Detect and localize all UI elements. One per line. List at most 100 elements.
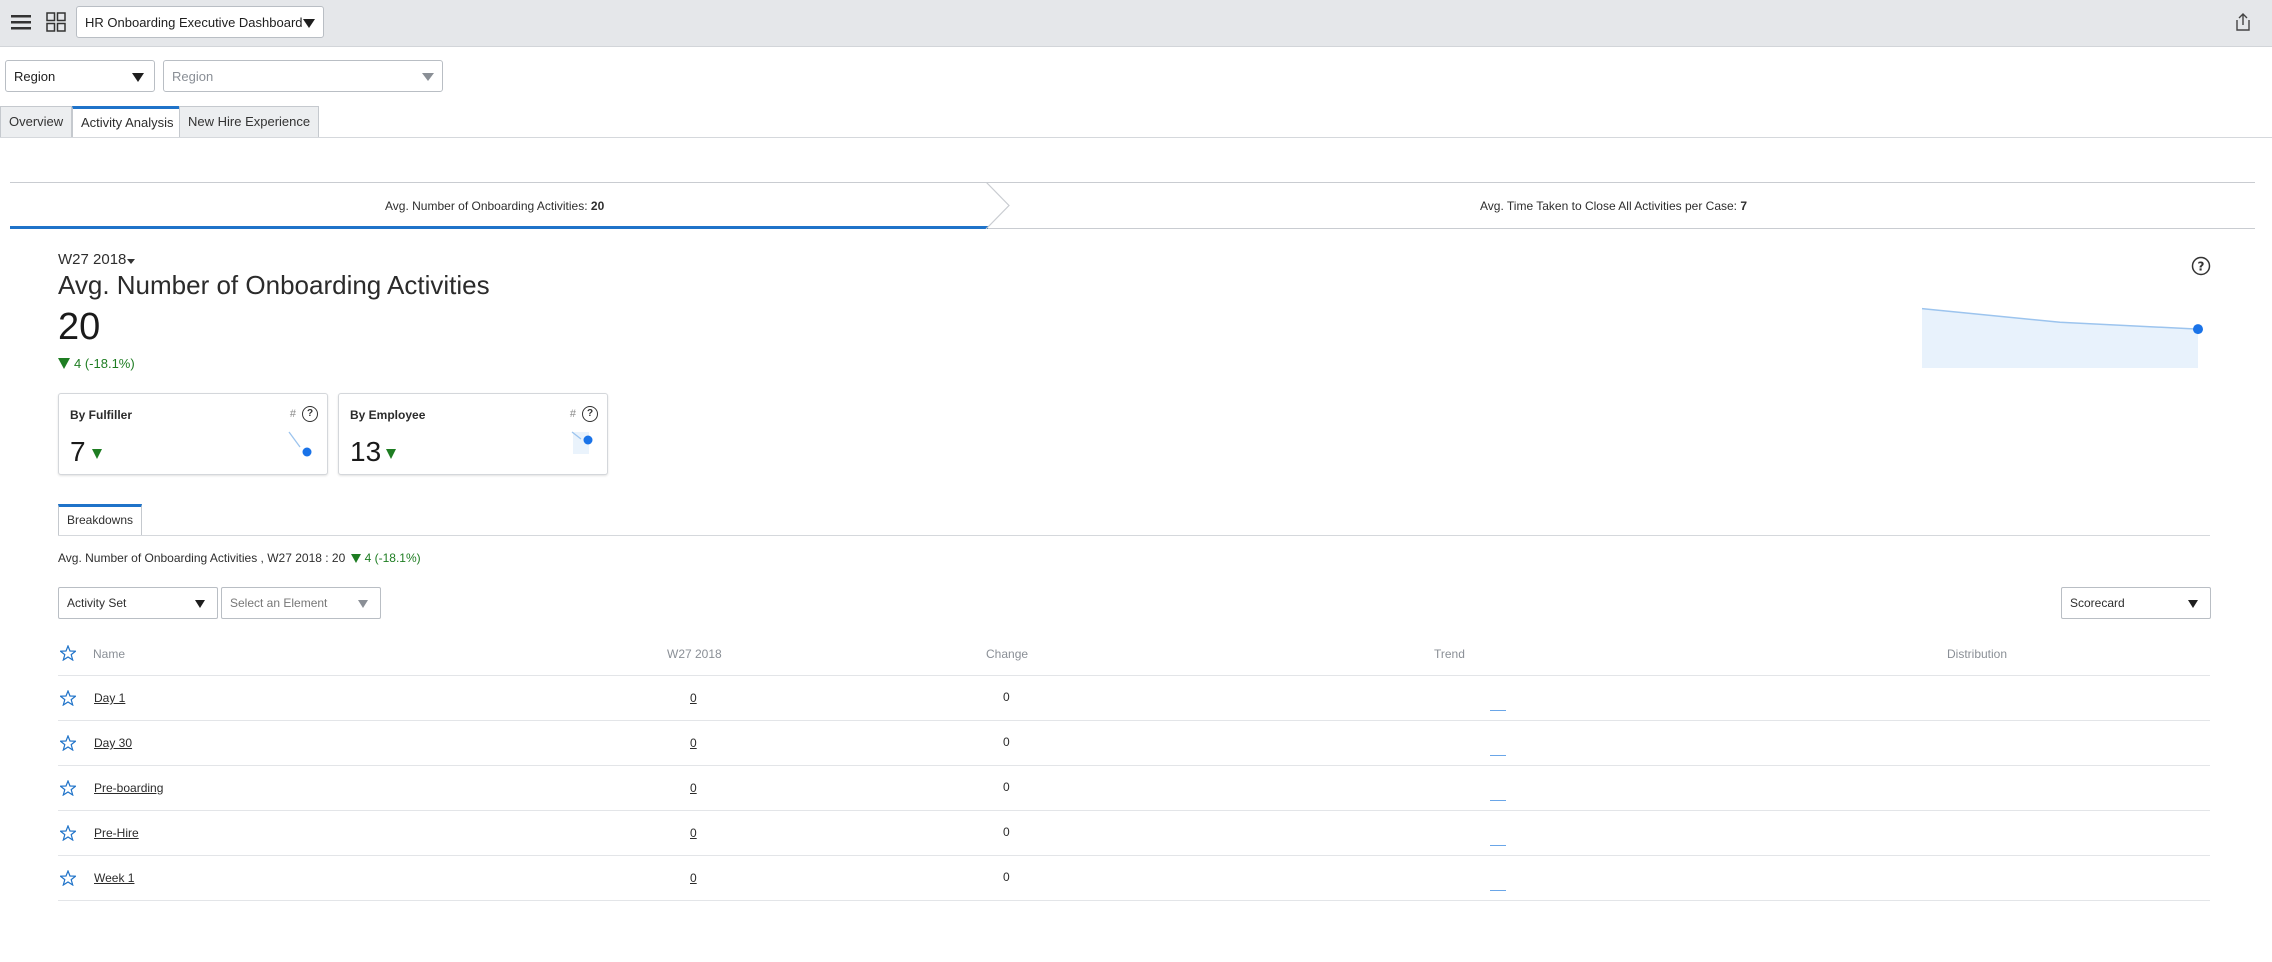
region-filter-select[interactable]: Region bbox=[5, 60, 155, 92]
hamburger-menu-icon[interactable] bbox=[10, 12, 32, 32]
chevron-down-icon bbox=[132, 73, 144, 82]
row-trend-sparkline bbox=[1490, 710, 1506, 711]
view-select-label: Scorecard bbox=[2070, 596, 2125, 610]
down-arrow-icon bbox=[92, 449, 102, 459]
down-arrow-icon bbox=[386, 449, 396, 459]
metric-band-left-text: Avg. Number of Onboarding Activities: 20 bbox=[385, 199, 604, 213]
chevron-down-icon bbox=[127, 259, 135, 264]
breakdown-group-label: Activity Set bbox=[67, 596, 127, 610]
breakdown-summary-text: Avg. Number of Onboarding Activities , W… bbox=[58, 551, 346, 565]
card-value: 7 bbox=[70, 436, 86, 467]
column-header-name[interactable]: Name bbox=[93, 647, 125, 661]
breakdown-summary: Avg. Number of Onboarding Activities , W… bbox=[58, 551, 421, 565]
metric-change: 4 (-18.1%) bbox=[58, 356, 135, 371]
row-trend-sparkline bbox=[1490, 845, 1506, 846]
tab-activity-analysis[interactable]: Activity Analysis bbox=[72, 106, 183, 138]
row-name-link[interactable]: Pre-Hire bbox=[94, 826, 139, 840]
question-circle-icon[interactable]: ? bbox=[2191, 256, 2211, 276]
question-circle-icon[interactable]: ? bbox=[582, 406, 598, 422]
breakdown-group-select[interactable]: Activity Set bbox=[58, 587, 218, 619]
chevron-down-icon bbox=[195, 600, 205, 608]
question-circle-icon[interactable]: ? bbox=[302, 406, 318, 422]
star-icon[interactable] bbox=[58, 644, 78, 662]
chevron-down-icon bbox=[303, 19, 315, 28]
sparkline-current-point bbox=[2193, 324, 2203, 335]
table-row: Day 30 0 0 bbox=[0, 721, 2272, 766]
column-header-period[interactable]: W27 2018 bbox=[667, 647, 722, 661]
row-name-link[interactable]: Pre-boarding bbox=[94, 781, 163, 795]
metric-band-right-text: Avg. Time Taken to Close All Activities … bbox=[1480, 199, 1747, 213]
row-value-link[interactable]: 0 bbox=[690, 781, 697, 795]
metric-band-right-label: Avg. Time Taken to Close All Activities … bbox=[1480, 199, 1738, 213]
chevron-down-icon bbox=[358, 600, 368, 608]
tab-overview[interactable]: Overview bbox=[0, 106, 73, 138]
tab-divider bbox=[0, 137, 2272, 138]
dashboard-select[interactable]: HR Onboarding Executive Dashboard bbox=[76, 6, 324, 38]
row-trend-sparkline bbox=[1490, 890, 1506, 891]
region-value-placeholder: Region bbox=[172, 69, 214, 84]
row-value-link[interactable]: 0 bbox=[690, 736, 697, 750]
down-arrow-icon bbox=[350, 554, 361, 563]
top-bar: HR Onboarding Executive Dashboard bbox=[0, 0, 2272, 47]
region-filter-label: Region bbox=[14, 69, 56, 84]
element-select[interactable]: Select an Element bbox=[221, 587, 381, 619]
chevron-down-icon bbox=[422, 73, 434, 81]
element-select-placeholder: Select an Element bbox=[230, 596, 328, 610]
table-row: Week 1 0 0 bbox=[0, 856, 2272, 901]
row-trend-sparkline bbox=[1490, 800, 1506, 801]
row-value-link[interactable]: 0 bbox=[690, 826, 697, 840]
card-by-employee[interactable]: By Employee # ? 13 bbox=[338, 393, 608, 475]
down-arrow-icon bbox=[58, 358, 70, 369]
chevron-down-icon bbox=[2188, 600, 2198, 608]
row-name-link[interactable]: Day 30 bbox=[94, 736, 132, 750]
card-by-fulfiller[interactable]: By Fulfiller # ? 7 bbox=[58, 393, 328, 475]
row-change: 0 bbox=[1003, 735, 1010, 749]
view-select[interactable]: Scorecard bbox=[2061, 587, 2211, 619]
metric-band-left-label: Avg. Number of Onboarding Activities: bbox=[385, 199, 588, 213]
tab-new-hire-experience[interactable]: New Hire Experience bbox=[179, 106, 320, 138]
band-chevron-divider bbox=[985, 182, 1010, 229]
card-sparkline bbox=[571, 431, 593, 454]
period-selector[interactable]: W27 2018 bbox=[58, 251, 126, 268]
metric-sparkline bbox=[1921, 307, 2203, 368]
row-change: 0 bbox=[1003, 690, 1010, 704]
tab-label: New Hire Experience bbox=[188, 114, 311, 129]
period-label: W27 2018 bbox=[58, 251, 127, 268]
column-header-change[interactable]: Change bbox=[986, 647, 1028, 661]
card-hash-label: # bbox=[569, 408, 576, 420]
breakdown-divider bbox=[58, 535, 2210, 536]
tab-breakdowns[interactable]: Breakdowns bbox=[58, 504, 142, 536]
row-name-link[interactable]: Week 1 bbox=[94, 871, 134, 885]
grid-view-icon[interactable] bbox=[45, 11, 67, 33]
star-icon[interactable] bbox=[58, 779, 78, 797]
star-icon[interactable] bbox=[58, 869, 78, 887]
breakdown-summary-change: 4 (-18.1%) bbox=[364, 551, 421, 565]
row-change: 0 bbox=[1003, 825, 1010, 839]
band-active-indicator bbox=[10, 226, 988, 229]
star-icon[interactable] bbox=[58, 734, 78, 752]
row-name-link[interactable]: Day 1 bbox=[94, 691, 125, 705]
metric-change-text: 4 (-18.1%) bbox=[74, 356, 135, 371]
star-icon[interactable] bbox=[58, 689, 78, 707]
star-icon[interactable] bbox=[58, 824, 78, 842]
sparkline-area bbox=[1922, 308, 2198, 368]
metric-band-left-value: 20 bbox=[590, 199, 605, 213]
column-header-trend: Trend bbox=[1434, 647, 1465, 661]
card-title: By Employee bbox=[350, 408, 426, 422]
row-value-link[interactable]: 0 bbox=[690, 871, 697, 885]
row-divider bbox=[58, 900, 2210, 901]
card-value: 13 bbox=[350, 436, 382, 467]
share-icon[interactable] bbox=[2232, 10, 2254, 34]
card-title: By Fulfiller bbox=[70, 408, 133, 422]
table-row: Pre-Hire 0 0 bbox=[0, 811, 2272, 856]
card-hash-label: # bbox=[289, 408, 296, 420]
tab-label: Activity Analysis bbox=[81, 115, 174, 130]
tab-label: Breakdowns bbox=[66, 513, 134, 527]
metric-band-right-value: 7 bbox=[1740, 199, 1748, 213]
svg-text:?: ? bbox=[2198, 260, 2205, 274]
row-value-link[interactable]: 0 bbox=[690, 691, 697, 705]
dashboard-select-label: HR Onboarding Executive Dashboard bbox=[85, 15, 303, 30]
region-value-select[interactable]: Region bbox=[163, 60, 443, 92]
row-change: 0 bbox=[1003, 780, 1010, 794]
row-trend-sparkline bbox=[1490, 755, 1506, 756]
